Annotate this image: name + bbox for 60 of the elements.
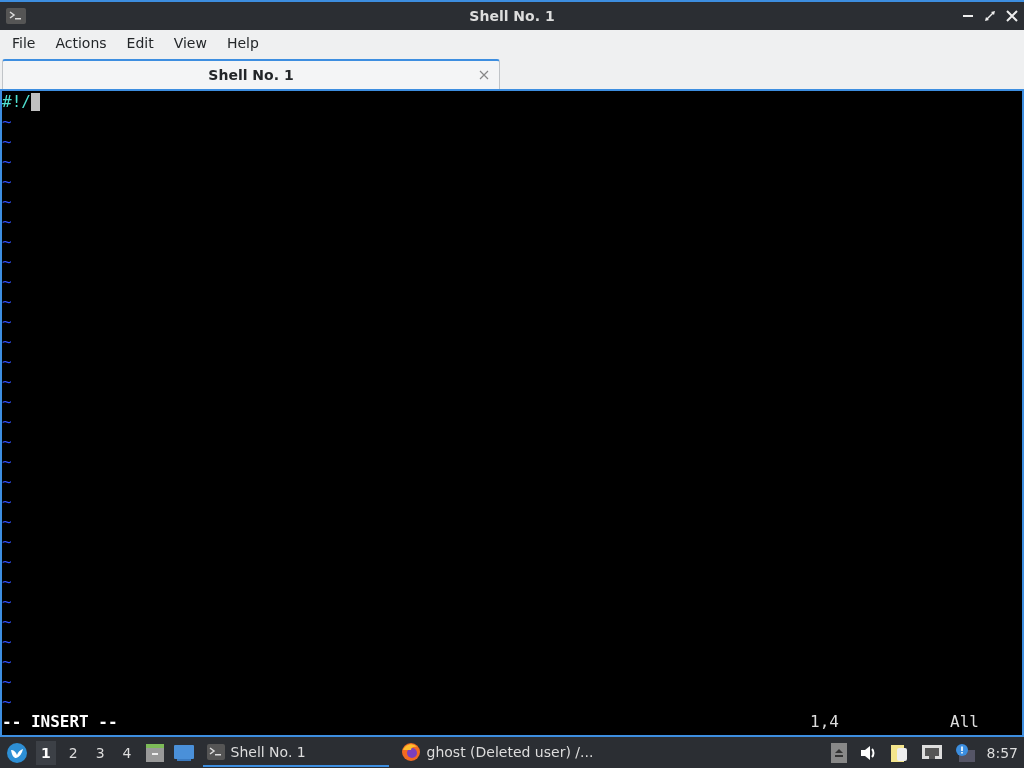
empty-line-marker: ~ — [2, 152, 12, 173]
notification-icon[interactable] — [954, 743, 975, 762]
empty-line-marker: ~ — [2, 232, 12, 253]
empty-line-marker: ~ — [2, 472, 12, 493]
empty-line-marker: ~ — [2, 512, 12, 533]
empty-line-marker: ~ — [2, 112, 12, 133]
mode-indicator: -- INSERT -- — [2, 712, 119, 733]
empty-line-marker: ~ — [2, 392, 12, 413]
empty-line-marker: ~ — [2, 292, 12, 313]
terminal-icon — [206, 743, 225, 760]
empty-line-marker: ~ — [2, 132, 12, 153]
tab[interactable]: Shell No. 1 — [2, 59, 500, 90]
taskbar-task[interactable]: Shell No. 1 — [202, 738, 389, 768]
menu-item[interactable]: View — [163, 34, 217, 51]
tab-label: Shell No. 1 — [208, 67, 294, 84]
maximize-icon[interactable] — [984, 9, 996, 22]
workspace-button[interactable]: 3 — [90, 740, 110, 765]
menu-item[interactable]: Help — [216, 34, 269, 51]
empty-line-marker: ~ — [2, 312, 12, 333]
empty-line-marker: ~ — [2, 572, 12, 593]
empty-line-marker: ~ — [2, 332, 12, 353]
clipboard-icon[interactable] — [888, 742, 909, 763]
workspace-button[interactable]: 2 — [63, 740, 83, 765]
empty-line-marker: ~ — [2, 252, 12, 273]
empty-line-marker: ~ — [2, 352, 12, 373]
desktop-icon[interactable] — [172, 743, 195, 762]
clock: 8:57 — [986, 744, 1018, 761]
terminal[interactable]: #!/ ~ ~ ~ ~ ~ ~ ~ ~ ~ ~ ~ ~ ~ ~ ~ ~ ~ ~ ~ ~ ~ ~ ~ ~ ~ ~ ~ ~ ~ ~ -- INSERT -- 1,4 All — [0, 91, 1024, 738]
cursor-position: 1,4 — [810, 712, 840, 733]
empty-line-marker: ~ — [2, 632, 12, 653]
empty-line-marker: ~ — [2, 412, 12, 433]
taskbar-task[interactable]: ghost (Deleted user) /... — [396, 738, 594, 768]
scroll-position: All — [950, 712, 979, 733]
menu-item[interactable]: File — [2, 34, 46, 51]
empty-line-marker: ~ — [2, 432, 12, 453]
workspace-button[interactable]: 4 — [117, 740, 137, 765]
empty-line-marker: ~ — [2, 652, 12, 673]
empty-line-marker: ~ — [2, 672, 12, 693]
empty-line-marker: ~ — [2, 492, 12, 513]
empty-line-marker: ~ — [2, 372, 12, 393]
empty-line-marker: ~ — [2, 172, 12, 193]
empty-line-marker: ~ — [2, 552, 12, 573]
eject-icon[interactable] — [830, 742, 847, 763]
network-icon[interactable] — [920, 743, 943, 762]
empty-line-marker: ~ — [2, 612, 12, 633]
code-text: #!/ — [2, 92, 31, 113]
empty-line-marker: ~ — [2, 452, 12, 473]
menu-item[interactable]: Edit — [116, 34, 164, 51]
empty-line-marker: ~ — [2, 592, 12, 613]
empty-line-marker: ~ — [2, 692, 12, 713]
empty-line-marker: ~ — [2, 212, 12, 233]
empty-line-marker: ~ — [2, 532, 12, 553]
menu-item[interactable]: Actions — [45, 34, 117, 51]
file-cabinet-icon[interactable] — [144, 742, 165, 763]
workspace-button[interactable]: 1 — [36, 740, 56, 765]
window-title: Shell No. 1 — [469, 7, 555, 24]
empty-line-marker: ~ — [2, 192, 12, 213]
terminal-icon — [6, 7, 26, 24]
empty-line-marker: ~ — [2, 272, 12, 293]
volume-icon[interactable] — [858, 743, 877, 762]
